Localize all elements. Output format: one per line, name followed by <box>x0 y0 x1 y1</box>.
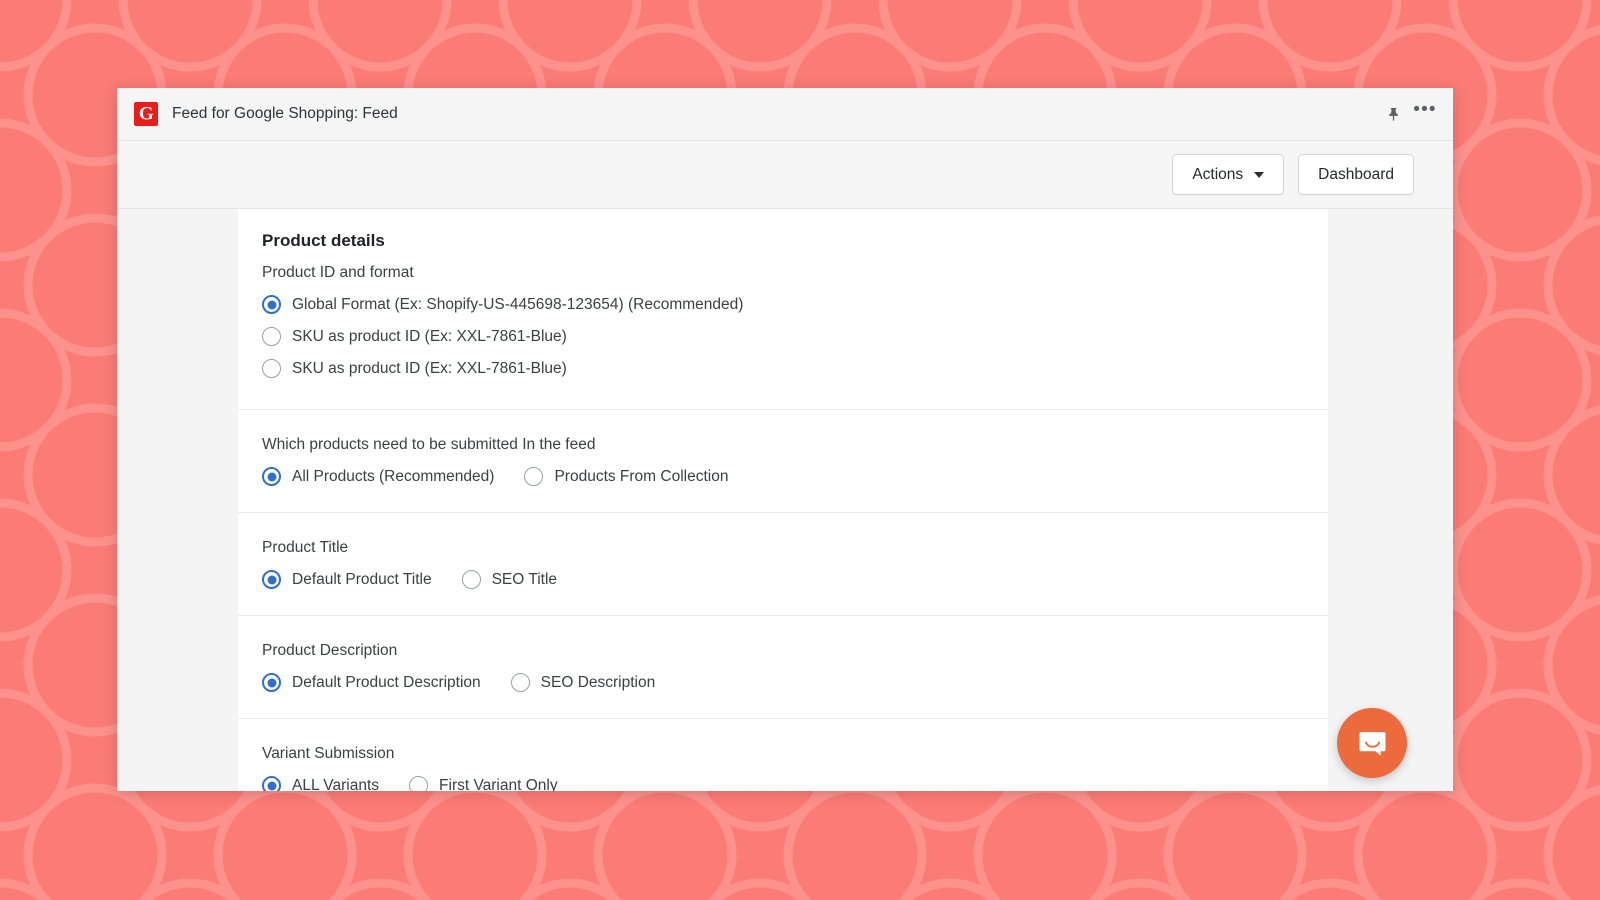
radio-option[interactable]: Global Format (Ex: Shopify-US-445698-123… <box>262 295 1328 314</box>
actions-button-label: Actions <box>1192 165 1244 183</box>
radio-option[interactable]: SKU as product ID (Ex: XXL-7861-Blue) <box>262 359 1328 378</box>
actions-button[interactable]: Actions <box>1172 154 1285 195</box>
radio-unselected-icon[interactable] <box>461 570 481 589</box>
radio-option-label: SKU as product ID (Ex: XXL-7861-Blue) <box>292 359 567 377</box>
window-title-bar: G Feed for Google Shopping: Feed ••• <box>117 88 1453 141</box>
page-toolbar: Actions Dashboard <box>117 141 1453 209</box>
pin-icon[interactable] <box>1380 101 1406 127</box>
radio-group: Default Product Title SEO Title <box>262 570 1328 589</box>
field-label: Variant Submission <box>262 745 395 762</box>
radio-option-label: SEO Title <box>491 570 558 588</box>
chat-launcher-button[interactable] <box>1337 708 1407 778</box>
dashboard-button[interactable]: Dashboard <box>1298 154 1414 195</box>
radio-selected-icon[interactable] <box>262 467 281 486</box>
radio-unselected-icon[interactable] <box>510 673 530 692</box>
radio-option[interactable]: ALL Variants <box>262 776 379 791</box>
radio-option[interactable]: SEO Description <box>510 673 656 692</box>
radio-option[interactable]: Products From Collection <box>524 467 728 486</box>
radio-selected-icon[interactable] <box>262 570 281 589</box>
radio-option-label: ALL Variants <box>292 776 380 792</box>
app-icon-letter: G <box>138 103 154 124</box>
radio-selected-icon[interactable] <box>262 295 281 314</box>
settings-section: Which products need to be submitted In t… <box>238 410 1328 513</box>
overflow-menu-icon[interactable]: ••• <box>1412 100 1438 127</box>
radio-option-label: First Variant Only <box>439 776 558 792</box>
chevron-down-icon <box>1254 171 1265 178</box>
radio-group: Global Format (Ex: Shopify-US-445698-123… <box>262 295 1328 378</box>
settings-section: Variant Submission ALL Variants First Vari… <box>238 719 1328 791</box>
radio-selected-icon[interactable] <box>262 673 281 692</box>
settings-card: Product details Product ID and format Glob… <box>238 209 1328 791</box>
field-label: Which products need to be submitted In t… <box>262 436 596 453</box>
radio-unselected-icon[interactable] <box>262 327 281 346</box>
google-shopping-feed-icon: G <box>134 102 158 126</box>
radio-option[interactable]: SKU as product ID (Ex: XXL-7861-Blue) <box>262 327 1328 346</box>
radio-option[interactable]: Default Product Title <box>262 570 432 589</box>
field-label: Product Description <box>262 642 398 659</box>
page-body: Product details Product ID and format Glob… <box>117 209 1453 791</box>
dashboard-button-label: Dashboard <box>1318 165 1394 183</box>
radio-option[interactable]: SEO Title <box>461 570 558 589</box>
window-title: Feed for Google Shopping: Feed <box>172 105 398 122</box>
settings-section: Product details Product ID and format Glob… <box>238 209 1328 410</box>
radio-selected-icon[interactable] <box>262 776 281 791</box>
radio-option[interactable]: First Variant Only <box>409 776 558 791</box>
field-label: Product ID and format <box>262 264 414 281</box>
radio-option-label: Global Format (Ex: Shopify-US-445698-123… <box>292 295 744 313</box>
settings-section: Product Title Default Product Title SEO Ti… <box>238 513 1328 616</box>
field-label: Product Title <box>262 539 349 556</box>
radio-option-label: All Products (Recommended) <box>292 467 495 485</box>
radio-option-label: Default Product Description <box>292 673 481 691</box>
right-gutter <box>1328 209 1453 791</box>
radio-option-label: Products From Collection <box>554 467 729 485</box>
settings-section: Product Description Default Product Descr… <box>238 616 1328 719</box>
app-window: G Feed for Google Shopping: Feed ••• Act… <box>117 88 1453 791</box>
radio-group: ALL Variants First Variant Only <box>262 776 1328 791</box>
chat-bubble-smile-icon <box>1359 731 1385 756</box>
radio-option[interactable]: All Products (Recommended) <box>262 467 494 486</box>
radio-option-label: SKU as product ID (Ex: XXL-7861-Blue) <box>292 327 567 345</box>
radio-unselected-icon[interactable] <box>524 467 544 486</box>
radio-option-label: SEO Description <box>540 673 656 691</box>
radio-option[interactable]: Default Product Description <box>262 673 481 692</box>
radio-group: All Products (Recommended) Products From … <box>262 467 1328 486</box>
left-gutter <box>117 209 238 791</box>
radio-unselected-icon[interactable] <box>262 359 281 378</box>
radio-option-label: Default Product Title <box>292 570 432 588</box>
settings-sections: Product details Product ID and format Glob… <box>238 209 1328 791</box>
radio-group: Default Product Description SEO Descripti… <box>262 673 1328 692</box>
section-heading: Product details <box>262 231 385 250</box>
radio-unselected-icon[interactable] <box>409 776 429 791</box>
